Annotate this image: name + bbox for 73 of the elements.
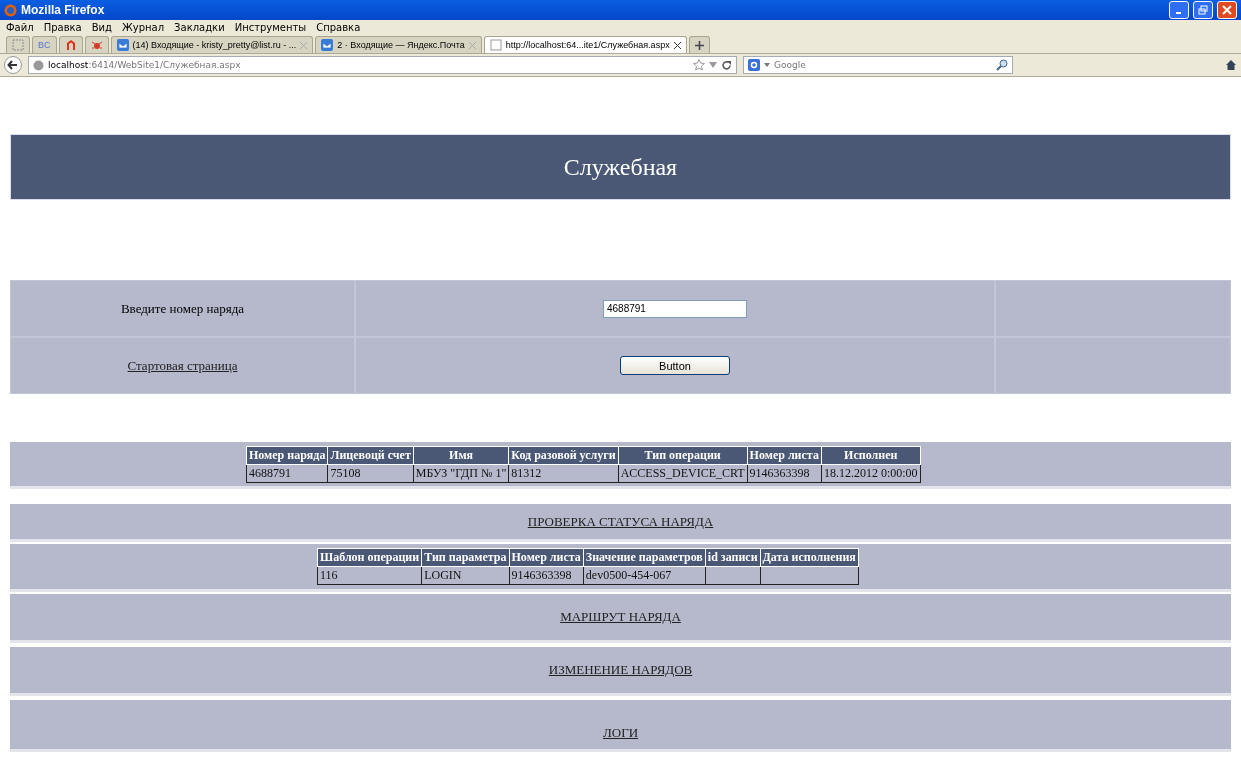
browser-tab[interactable] [84,36,109,53]
menu-item[interactable]: Инструменты [234,21,307,33]
restore-button[interactable] [1193,1,1213,19]
back-icon[interactable] [4,56,22,74]
status-check-link[interactable]: ПРОВЕРКА СТАТУСА НАРЯДА [527,513,714,530]
menu-item[interactable]: Журнал [122,21,165,33]
section-link[interactable]: МАРШРУТ НАРЯДА [560,609,681,625]
tab-group-icon [12,39,24,51]
order-number-label: Введите номер наряда [120,300,245,317]
table-cell: ACCESS_DEVICE_CRT [618,464,748,482]
window-title: Mozilla Firefox [21,3,106,17]
section-link[interactable]: ЛОГИ [602,725,639,741]
table-cell: LOGIN [421,566,510,585]
logo-icon [64,39,77,51]
menu-item[interactable]: Вид [91,21,112,33]
submit-button[interactable]: Button [620,356,730,375]
table-cell [705,566,761,585]
address-text: localhost:6414/WebSite1/Служебная.aspx [48,60,241,70]
column-header: Исполнен [821,446,921,464]
star-icon[interactable] [693,59,705,71]
mail-icon [321,39,334,51]
table-cell: МБУЗ "ГДП № 1" [413,464,509,482]
column-header: Имя [413,446,509,464]
column-header: Номер листа [747,446,822,464]
menu-item[interactable]: Закладки [174,21,225,33]
home-icon[interactable] [1225,59,1237,71]
search-engine-icon[interactable] [748,59,760,71]
column-header: Номер листа [509,548,584,567]
minimize-button[interactable] [1169,1,1189,19]
column-header: Тип параметра [421,548,510,567]
plus-icon [694,40,704,50]
table-cell: 4688791 [246,464,328,482]
order-number-input[interactable]: 4688791 [603,299,747,318]
address-field[interactable]: localhost:6414/WebSite1/Служебная.aspx [28,56,737,74]
new-tab-button[interactable] [688,36,710,53]
close-icon[interactable] [673,41,681,49]
browser-tab[interactable]: http://localhost:64...ite1/Служебная.aspx [483,36,687,53]
browser-tab[interactable]: 2 · Входящие — Яндекс.Почта [315,36,482,53]
column-header: Тип операции [618,446,748,464]
close-icon [1222,5,1232,15]
table-cell: 9146363398 [509,566,584,585]
table-cell: 9146363398 [747,464,822,482]
browser-logo-icon [4,3,17,17]
search-icon[interactable] [996,59,1008,71]
bug-icon [90,39,103,51]
table-cell: 75108 [327,464,414,482]
column-header: Дата исполнения [760,548,859,567]
table-cell: 81312 [508,464,619,482]
section-link[interactable]: ИЗМЕНЕНИЕ НАРЯДОВ [548,662,693,678]
restore-icon [1198,5,1208,15]
reload-icon[interactable] [721,59,732,71]
browser-tab[interactable] [58,36,83,53]
column-header: Значение параметров [583,548,706,567]
table-cell: 116 [317,566,422,585]
menu-item[interactable]: Справка [316,21,361,33]
menu-item[interactable]: Правка [43,21,82,33]
column-header: Лицевоцй счет [327,446,414,464]
column-header: Номер наряда [246,446,328,464]
start-page-link[interactable]: Стартовая страница [127,357,238,374]
close-button[interactable] [1217,1,1237,19]
dropdown-icon[interactable] [764,63,770,67]
column-header: Код разовой услуги [508,446,619,464]
browser-tab[interactable]: (14) Входящие - kristy_pretty@list.ru - ... [110,36,314,53]
mail-icon [116,39,129,51]
column-header: id записи [705,548,761,567]
dropdown-icon[interactable] [709,62,717,68]
page-heading: Служебная [10,134,1231,200]
column-header: Шаблон операции [317,548,422,567]
menu-item[interactable]: Файл [6,21,34,33]
page-icon [489,39,502,51]
table-cell: 18.12.2012 0:00:00 [821,464,921,482]
table-cell: dev0500-454-067 [583,566,706,585]
search-field[interactable]: Google [743,56,1013,74]
